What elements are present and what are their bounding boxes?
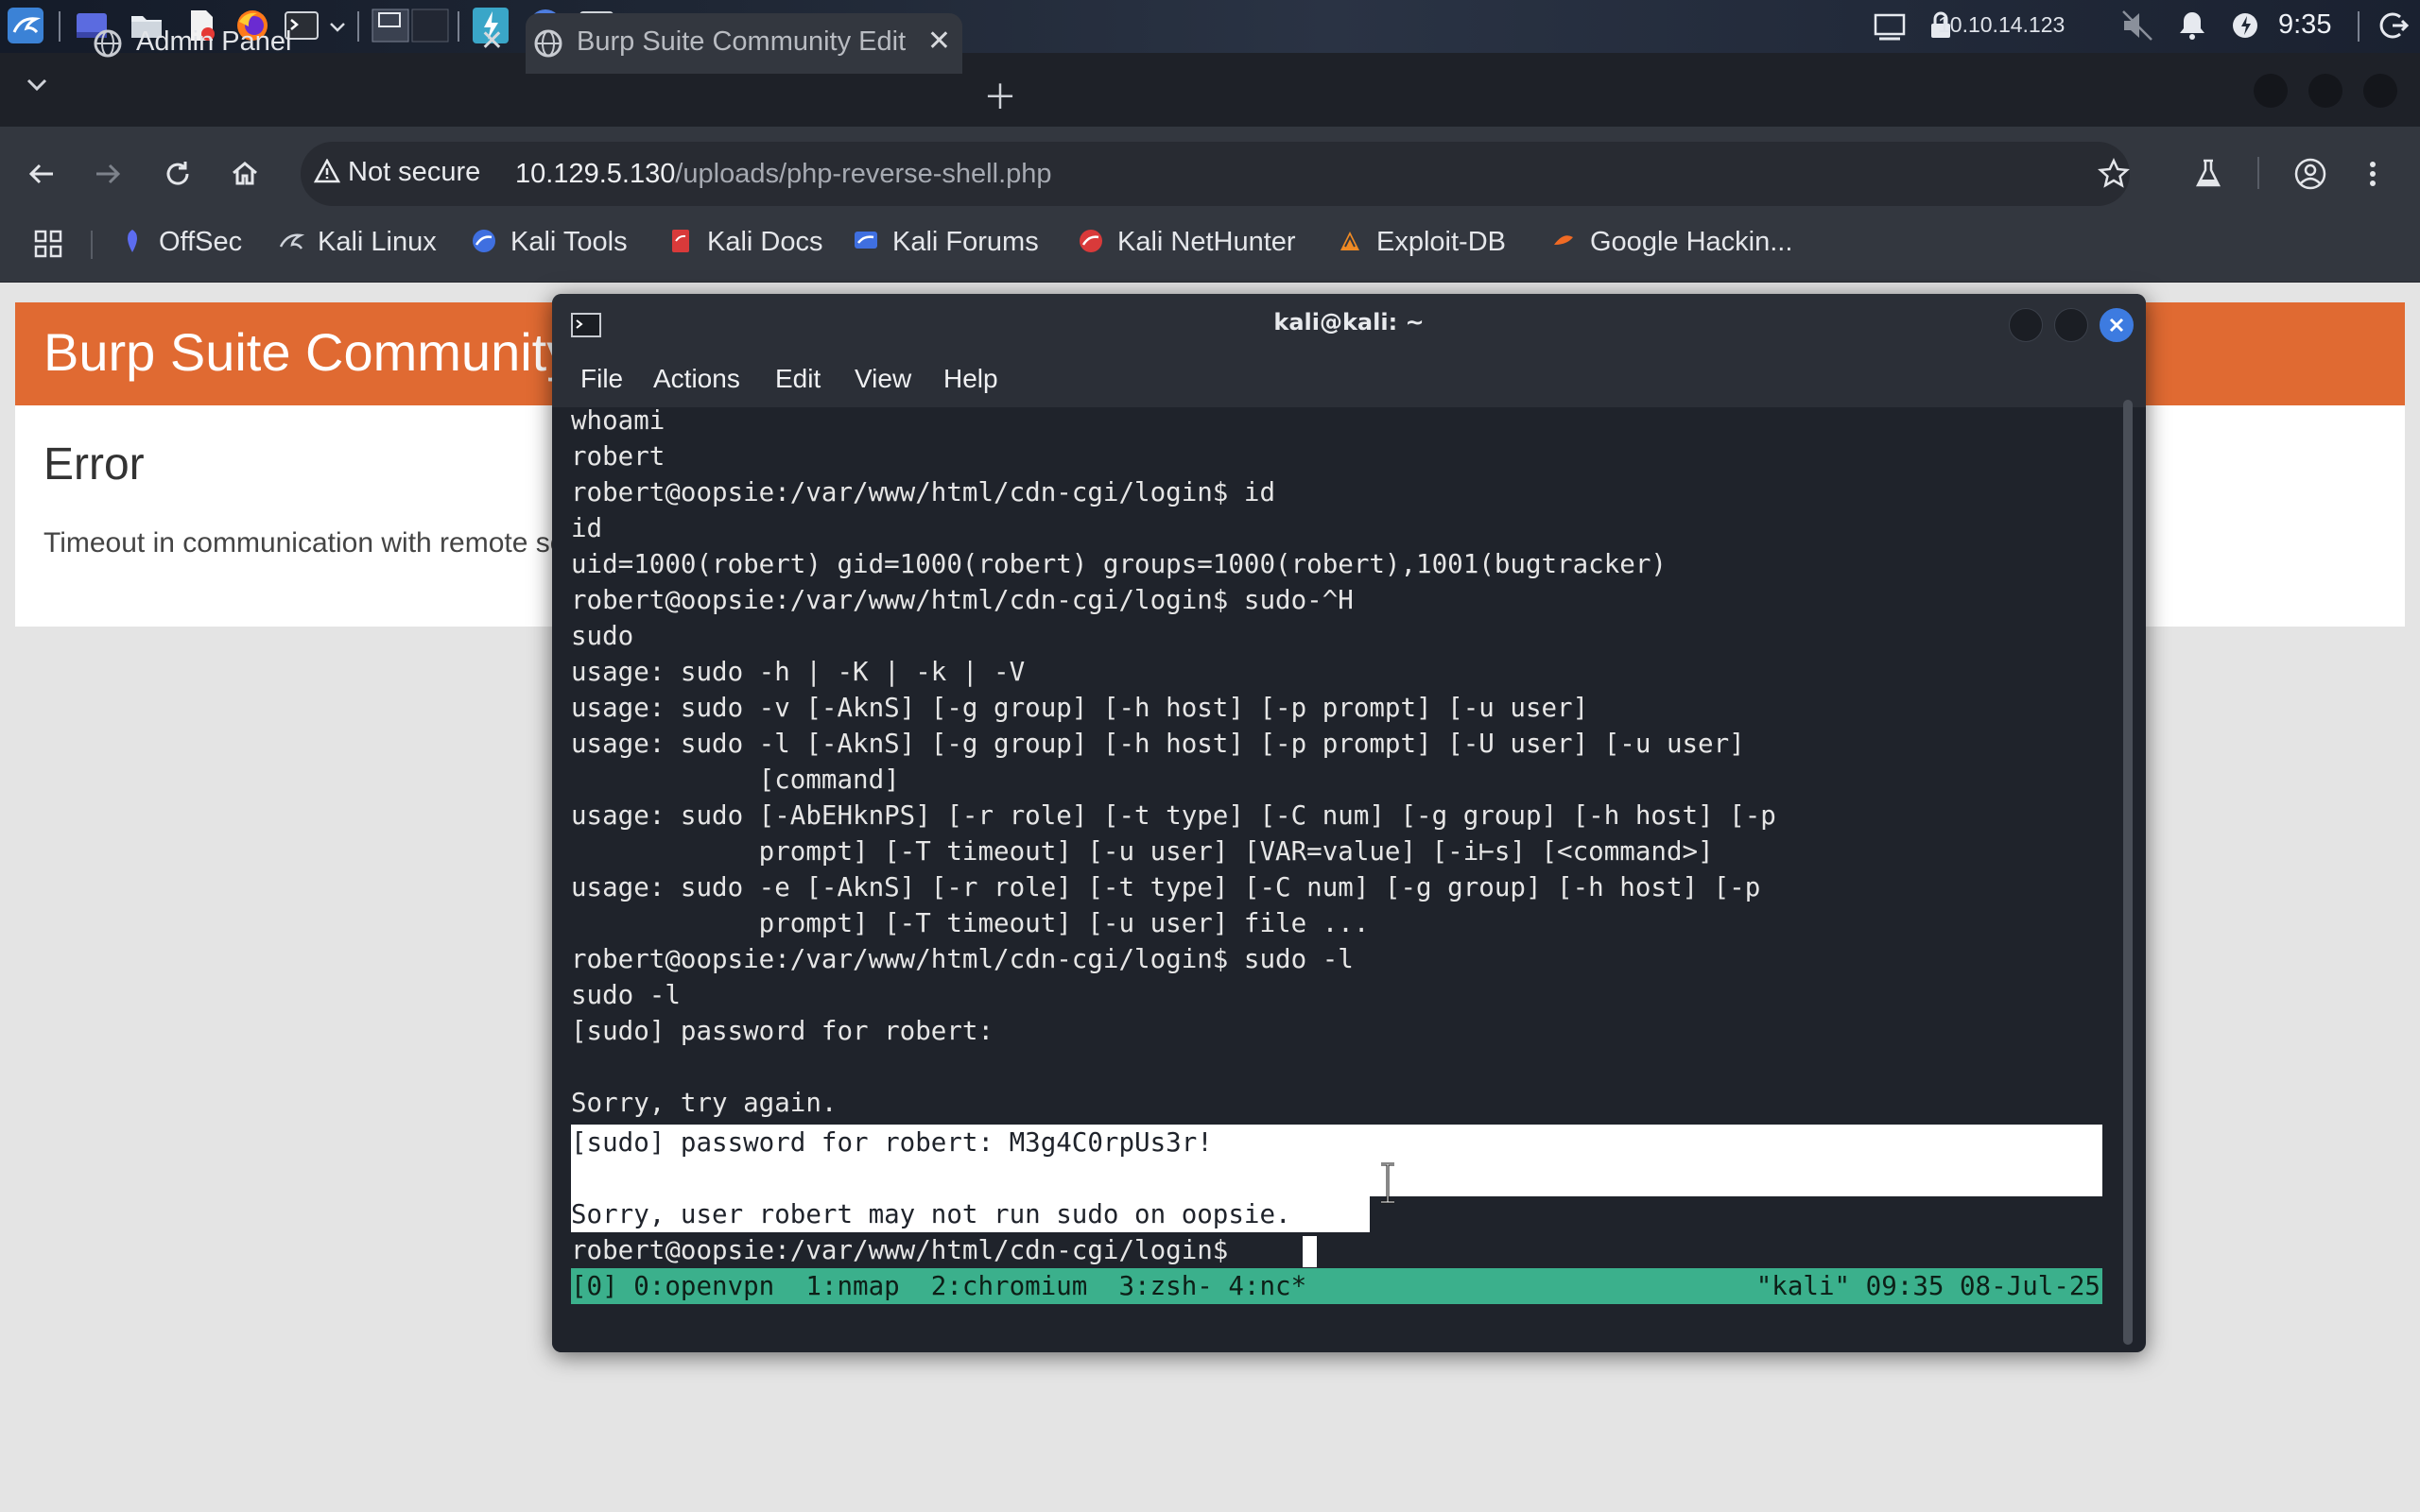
bookmark-kali-linux[interactable]: Kali Linux	[278, 227, 437, 259]
tab-burp-suite[interactable]: Burp Suite Community Edition ✕	[526, 13, 962, 74]
bookmark-kali-tools[interactable]: Kali Tools	[471, 227, 628, 259]
apps-grid-icon[interactable]	[34, 230, 62, 258]
exploit-db-icon	[1340, 232, 1359, 250]
separator	[2358, 11, 2360, 42]
volume-muted-icon[interactable]	[2119, 8, 2155, 43]
terminal-line: prompt] [-T timeout] [-u user] file ...	[571, 908, 1370, 938]
terminal-line: sudo -l	[571, 980, 681, 1010]
display-icon[interactable]	[1872, 8, 1908, 43]
terminal-prompt-line: robert@oopsie:/var/www/html/cdn-cgi/logi…	[571, 1235, 1244, 1265]
terminal-line-selected: [sudo] password for robert: M3g4C0rpUs3r…	[571, 1127, 1213, 1158]
error-message: Timeout in communication with remote ser…	[43, 527, 615, 558]
clock[interactable]: 9:35	[2278, 9, 2331, 41]
tab-title: Burp Suite Community Edition	[577, 26, 908, 57]
terminal-line: usage: sudo -v [-AknS] [-g group] [-h ho…	[571, 693, 1589, 723]
separator	[2257, 157, 2259, 189]
bookmark-star-icon[interactable]	[2097, 157, 2131, 191]
terminal-menubar: File Actions Edit View Help	[552, 352, 2146, 407]
bookmark-kali-nethunter[interactable]: Kali NetHunter	[1078, 227, 1296, 259]
terminal-maximize-button[interactable]	[2054, 308, 2088, 342]
tab-search-chevron-icon[interactable]	[23, 76, 51, 94]
menu-help[interactable]: Help	[943, 364, 998, 394]
bookmark-kali-docs[interactable]: Kali Docs	[667, 227, 823, 259]
bookmark-exploit-db[interactable]: Exploit-DB	[1337, 227, 1506, 259]
terminal-line: robert@oopsie:/var/www/html/cdn-cgi/logi…	[571, 477, 1276, 507]
notifications-bell-icon[interactable]	[2174, 8, 2210, 43]
terminal-line: Sorry, try again.	[571, 1088, 838, 1118]
terminal-minimize-button[interactable]	[2009, 308, 2043, 342]
kali-menu-icon[interactable]	[8, 8, 43, 43]
close-tab-icon[interactable]: ✕	[480, 25, 504, 58]
terminal-cursor	[1303, 1236, 1317, 1267]
url-path: /uploads/php-reverse-shell.php	[675, 159, 1052, 189]
terminal-title: kali@kali: ~	[1273, 309, 1425, 335]
network-ip-label: 10.10.14.123	[1938, 12, 2066, 37]
url-text[interactable]: 10.129.5.130/uploads/php-reverse-shell.p…	[515, 159, 1052, 190]
error-heading: Error	[43, 439, 145, 490]
security-label: Not secure	[348, 157, 481, 187]
bookmark-offsec[interactable]: OffSec	[119, 227, 242, 259]
terminal-line: usage: sudo [-AbEHknPS] [-r role] [-t ty…	[571, 800, 1776, 831]
kali-forums-icon	[855, 232, 877, 249]
labs-flask-icon[interactable]	[2191, 157, 2225, 191]
bookmark-kali-forums[interactable]: Kali Forums	[853, 227, 1039, 259]
kali-docs-icon	[672, 230, 689, 252]
terminal-line: usage: sudo -l [-AknS] [-g group] [-h ho…	[571, 729, 1745, 759]
kebab-menu-icon[interactable]	[2361, 157, 2384, 191]
terminal-line: robert@oopsie:/var/www/html/cdn-cgi/logi…	[571, 944, 1354, 974]
nethunter-icon	[1080, 230, 1102, 252]
back-arrow-icon[interactable]	[25, 157, 59, 191]
terminal-line-selected: Sorry, user robert may not run sudo on o…	[571, 1199, 1291, 1229]
close-tab-icon[interactable]: ✕	[927, 25, 951, 58]
close-window-button[interactable]	[2363, 74, 2397, 108]
terminal-line: prompt] [-T timeout] [-u user] [VAR=valu…	[571, 836, 1714, 867]
not-secure-indicator[interactable]: Not secure	[313, 157, 481, 188]
menu-edit[interactable]: Edit	[775, 364, 821, 394]
tmux-window-list: [0] 0:openvpn 1:nmap 2:chromium 3:zsh- 4…	[571, 1271, 1307, 1301]
tab-admin-panel[interactable]: Admin Panel ✕	[85, 13, 515, 74]
warning-triangle-icon	[313, 158, 341, 183]
terminal-scrollbar[interactable]	[2123, 400, 2133, 1345]
minimize-window-button[interactable]	[2254, 74, 2288, 108]
text-cursor-icon	[1381, 1162, 1394, 1204]
terminal-line: robert@oopsie:/var/www/html/cdn-cgi/logi…	[571, 585, 1354, 615]
maximize-window-button[interactable]	[2308, 74, 2342, 108]
menu-file[interactable]: File	[580, 364, 623, 394]
globe-icon	[534, 29, 562, 58]
logout-icon[interactable]	[2375, 8, 2411, 43]
kali-tools-icon	[473, 230, 495, 252]
terminal-line: usage: sudo -e [-AknS] [-r role] [-t typ…	[571, 872, 1761, 902]
menu-actions[interactable]: Actions	[653, 364, 740, 394]
kali-dragon-icon	[279, 233, 304, 249]
separator	[59, 11, 60, 42]
home-icon[interactable]	[228, 157, 262, 191]
offsec-icon	[128, 230, 137, 252]
terminal-line: [command]	[571, 765, 900, 795]
terminal-close-button[interactable]	[2100, 308, 2134, 342]
terminal-line: id	[571, 513, 603, 543]
terminal-line: usage: sudo -h | -K | -k | -V	[571, 657, 1026, 687]
separator	[91, 231, 93, 259]
bookmark-google-hacking[interactable]: Google Hackin...	[1550, 227, 1792, 259]
tmux-status-right: "kali" 09:35 08-Jul-25	[1755, 1271, 2100, 1301]
close-icon	[2109, 318, 2124, 333]
globe-icon	[94, 29, 122, 58]
terminal-line: [sudo] password for robert:	[571, 1016, 994, 1046]
terminal-titlebar[interactable]: kali@kali: ~	[552, 294, 2146, 352]
terminal-line: robert	[571, 441, 666, 472]
terminal-window[interactable]: kali@kali: ~ File Actions Edit View Help…	[552, 294, 2146, 1352]
profile-avatar-icon[interactable]	[2293, 157, 2327, 191]
tab-title: Admin Panel	[136, 26, 292, 57]
terminal-line: whoami	[571, 405, 666, 436]
reload-icon[interactable]	[161, 157, 195, 191]
terminal-line: uid=1000(robert) gid=1000(robert) groups…	[571, 549, 1667, 579]
new-tab-icon[interactable]: ＋	[983, 70, 1017, 119]
ghdb-icon	[1554, 235, 1573, 245]
menu-view[interactable]: View	[855, 364, 911, 394]
url-host: 10.129.5.130	[515, 159, 676, 189]
terminal-line: sudo	[571, 621, 634, 651]
power-manager-icon[interactable]	[2227, 8, 2263, 43]
forward-arrow-icon[interactable]	[91, 157, 125, 191]
